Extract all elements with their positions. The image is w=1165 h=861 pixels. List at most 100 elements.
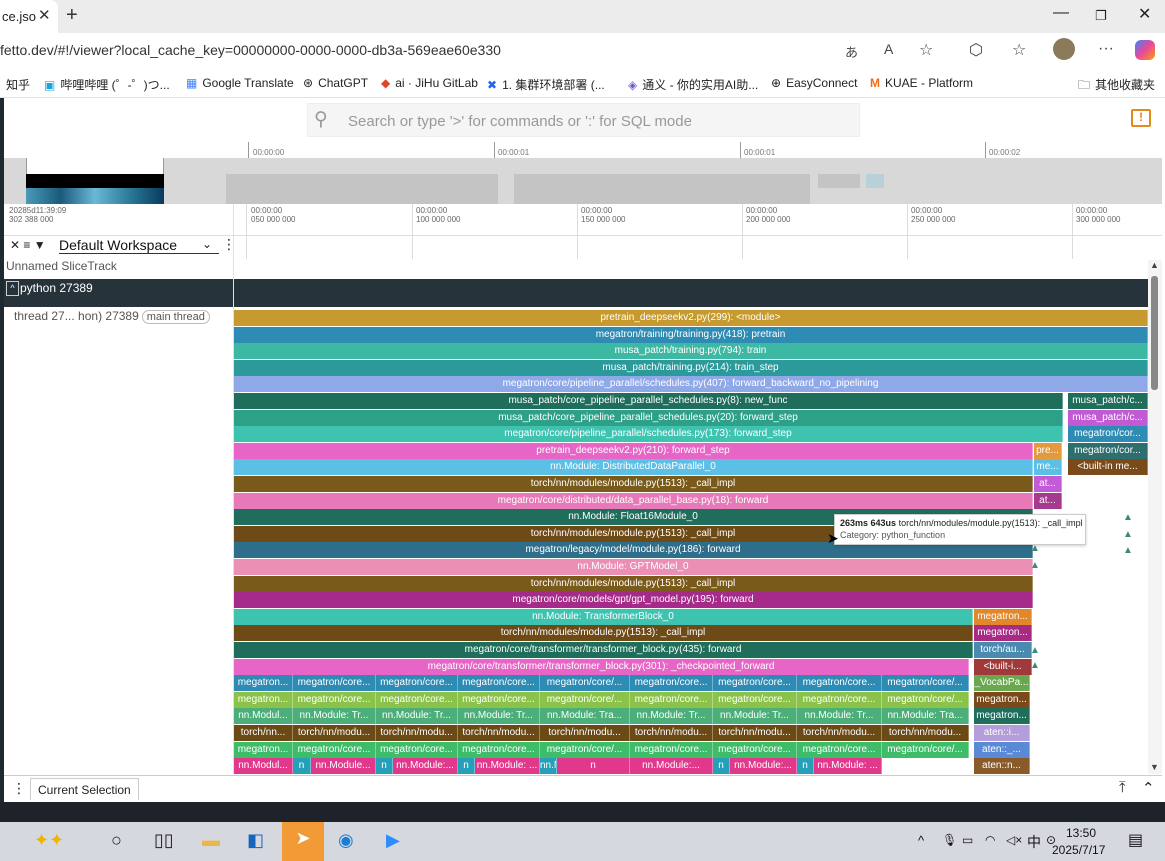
- flame-slice[interactable]: nn.Module: DistributedDataParallel_0: [234, 459, 1033, 476]
- flame-slice[interactable]: megatron/core...: [797, 741, 882, 758]
- flame-slice[interactable]: megatron/core/...: [540, 741, 630, 758]
- flame-slice[interactable]: torch/nn/modules/module.py(1513): _call_…: [234, 476, 1033, 492]
- flame-slice[interactable]: nn.Module: GPTModel_0: [234, 559, 1033, 575]
- flame-slice[interactable]: megatron...: [234, 741, 293, 758]
- flame-slice[interactable]: n: [797, 758, 814, 775]
- flame-slice[interactable]: nn.Modul...: [234, 758, 293, 775]
- flame-slice[interactable]: megatron/core/models/gpt/gpt_model.py(19…: [234, 592, 1033, 609]
- flame-slice[interactable]: megatron/core/...: [882, 675, 969, 692]
- flame-slice[interactable]: megatron/core...: [797, 691, 882, 708]
- battery-icon[interactable]: ▭: [962, 833, 973, 847]
- flame-slice[interactable]: n: [293, 758, 311, 775]
- flame-slice[interactable]: megatron/core...: [293, 741, 376, 758]
- flame-slice[interactable]: megatron/core...: [376, 741, 458, 758]
- flame-slice[interactable]: megatron...: [974, 691, 1030, 708]
- flame-slice[interactable]: nn.Module:...: [630, 758, 713, 775]
- notification-icon[interactable]: ▤: [1128, 830, 1143, 850]
- scrollbar-thumb[interactable]: [1151, 276, 1158, 390]
- flame-slice[interactable]: nn.Module: ...: [475, 758, 540, 775]
- flame-slice[interactable]: megatron/core...: [630, 691, 713, 708]
- flame-slice[interactable]: musa_patch/c...: [1068, 393, 1148, 409]
- flame-slice[interactable]: musa_patch/c...: [1068, 409, 1148, 426]
- flame-slice[interactable]: megatron/core...: [293, 691, 376, 708]
- volume-icon[interactable]: ◁×: [1006, 833, 1022, 847]
- flame-slice[interactable]: torch/nn/modu...: [797, 725, 882, 741]
- flame-slice[interactable]: nn.Module:...: [540, 758, 557, 775]
- flame-slice[interactable]: megatron/core/distributed/data_parallel_…: [234, 492, 1033, 509]
- flame-slice[interactable]: torch/nn...: [234, 725, 293, 741]
- flame-slice[interactable]: aten::i...: [974, 725, 1030, 741]
- flame-slice[interactable]: megatron/core...: [630, 675, 713, 692]
- flame-slice[interactable]: nn.Module: Tr...: [797, 708, 882, 725]
- flame-slice[interactable]: nn.Module: Tra...: [882, 708, 969, 725]
- flame-slice[interactable]: aten::_...: [974, 741, 1030, 758]
- flame-slice[interactable]: torch/nn/modu...: [630, 725, 713, 741]
- flame-slice[interactable]: megatron/cor...: [1068, 442, 1148, 459]
- flame-slice[interactable]: megatron/core...: [458, 675, 540, 692]
- scroll-down-icon[interactable]: ▼: [1150, 762, 1159, 772]
- flame-slice[interactable]: megatron/core...: [376, 691, 458, 708]
- flame-slice[interactable]: megatron/core/...: [540, 691, 630, 708]
- flame-slice[interactable]: megatron/core...: [376, 675, 458, 692]
- scroll-up-icon[interactable]: ▲: [1150, 260, 1159, 270]
- flame-slice[interactable]: megatron/core...: [458, 741, 540, 758]
- flame-slice[interactable]: megatron...: [234, 675, 293, 692]
- flame-slice[interactable]: torch/nn/modu...: [540, 725, 630, 741]
- flame-slice[interactable]: torch/au...: [974, 642, 1032, 658]
- flame-slice[interactable]: musa_patch/training.py(794): train: [234, 343, 1148, 360]
- flame-slice[interactable]: torch/nn/modu...: [376, 725, 458, 741]
- flame-slice[interactable]: megatron/core/pipeline_parallel/schedule…: [234, 426, 1063, 443]
- flame-slice[interactable]: megatron/core/transformer/transformer_bl…: [234, 642, 973, 658]
- flame-slice[interactable]: me...: [1034, 459, 1062, 476]
- flame-slice[interactable]: nn.Module: Tr...: [293, 708, 376, 725]
- flame-slice[interactable]: megatron...: [974, 608, 1032, 625]
- panel-menu-icon[interactable]: ⋮: [12, 780, 26, 797]
- flame-slice[interactable]: n: [557, 758, 630, 775]
- flame-slice[interactable]: pre...: [1034, 442, 1062, 459]
- flame-slice[interactable]: pretrain_deepseekv2.py(299): <module>: [234, 310, 1148, 326]
- flame-slice[interactable]: pretrain_deepseekv2.py(210): forward_ste…: [234, 442, 1033, 459]
- flame-slice[interactable]: musa_patch/core_pipeline_parallel_schedu…: [234, 409, 1063, 426]
- flame-slice[interactable]: nn.Module: Tr...: [458, 708, 540, 725]
- flame-slice[interactable]: megatron...: [974, 625, 1032, 642]
- flame-slice[interactable]: megatron/core...: [713, 675, 797, 692]
- flame-slice[interactable]: nn.Module: Tr...: [630, 708, 713, 725]
- file-explorer-icon[interactable]: ▬: [202, 830, 220, 851]
- flame-slice[interactable]: <built-in me...: [1068, 459, 1148, 476]
- wifi-icon[interactable]: ◠: [985, 833, 995, 847]
- copilot-sparkle-icon[interactable]: ✦✦: [34, 830, 64, 851]
- flame-slice[interactable]: torch/nn/modules/module.py(1513): _call_…: [234, 625, 973, 642]
- flame-slice[interactable]: nn.Module: Tra...: [540, 708, 630, 725]
- flame-slice[interactable]: torch/nn/modu...: [293, 725, 376, 741]
- flame-slice[interactable]: megatron...: [974, 708, 1030, 725]
- outlook-icon[interactable]: ◧: [247, 830, 264, 851]
- flame-slice[interactable]: aten::n...: [974, 758, 1030, 775]
- flame-slice[interactable]: megatron/core/transformer/transformer_bl…: [234, 658, 969, 675]
- flame-slice[interactable]: megatron...: [234, 691, 293, 708]
- flame-slice[interactable]: megatron/core...: [293, 675, 376, 692]
- flame-slice[interactable]: megatron/cor...: [1068, 426, 1148, 443]
- flame-slice[interactable]: <built-i...: [974, 658, 1032, 675]
- clock-date[interactable]: 2025/7/17: [1052, 843, 1105, 857]
- flame-slice[interactable]: megatron/core...: [630, 741, 713, 758]
- flame-slice[interactable]: megatron/core...: [713, 741, 797, 758]
- flame-slice[interactable]: megatron/core...: [797, 675, 882, 692]
- flame-slice[interactable]: nn.Module: TransformerBlock_0: [234, 608, 973, 625]
- flame-slice[interactable]: megatron/core...: [458, 691, 540, 708]
- flame-slice[interactable]: at...: [1034, 492, 1062, 509]
- expand-panel-icon[interactable]: ⌃: [1142, 779, 1155, 797]
- tab-current-selection[interactable]: Current Selection: [30, 778, 139, 800]
- flame-slice[interactable]: musa_patch/training.py(214): train_step: [234, 359, 1148, 376]
- flame-slice[interactable]: nn.Module: Tr...: [376, 708, 458, 725]
- flame-slice[interactable]: nn.Module...: [311, 758, 376, 775]
- flame-slice[interactable]: _VocabPa...: [974, 675, 1030, 692]
- search-circle-icon[interactable]: ○: [111, 830, 122, 851]
- flame-slice[interactable]: torch/nn/modu...: [713, 725, 797, 741]
- flame-slice[interactable]: torch/nn/modu...: [882, 725, 969, 741]
- flame-slice[interactable]: at...: [1034, 476, 1062, 492]
- flame-slice[interactable]: nn.Module: Tr...: [713, 708, 797, 725]
- flame-slice[interactable]: musa_patch/core_pipeline_parallel_schedu…: [234, 393, 1063, 409]
- flame-slice[interactable]: n: [458, 758, 475, 775]
- flame-slice[interactable]: n: [376, 758, 393, 775]
- flame-slice[interactable]: torch/nn/modules/module.py(1513): _call_…: [234, 575, 1033, 592]
